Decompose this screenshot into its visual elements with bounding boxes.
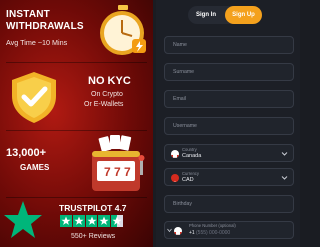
country-label: Country: [182, 147, 197, 152]
trustpilot-star-icon: [4, 201, 42, 238]
phone-code: +1: [189, 230, 195, 236]
slot-machine-icon: 7 7 7: [92, 135, 145, 191]
signup-form: Sign In Sign Up Name Surname Email Usern…: [156, 0, 300, 247]
promo-trustpilot-reviews: 550+ Reviews: [71, 233, 116, 240]
country-value: Canada: [182, 153, 202, 159]
svg-text:7: 7: [114, 165, 121, 179]
promo-kyc-title: NO KYC: [88, 75, 131, 87]
svg-text:7: 7: [124, 165, 131, 179]
phone-label: Phone Number (optional): [189, 223, 236, 228]
surname-placeholder: Surname: [173, 69, 195, 75]
currency-label: Currency: [182, 171, 199, 176]
canada-flag-icon: [171, 150, 179, 158]
trustpilot-star-box: [60, 215, 72, 227]
trustpilot-star-box: [98, 215, 111, 227]
svg-text:7: 7: [104, 165, 111, 179]
username-placeholder: Username: [173, 123, 197, 129]
name-field[interactable]: Name: [164, 36, 294, 54]
trustpilot-star-box: [72, 215, 85, 227]
birthday-field[interactable]: Birthday: [164, 195, 294, 213]
promo-withdrawals-subtitle: Avg Time ~10 Mins: [6, 38, 68, 47]
promo-games-title-line2: GAMES: [20, 163, 50, 172]
promo-kyc-line1: On Crypto: [91, 91, 123, 98]
promo-divider: [6, 130, 147, 131]
birthday-placeholder: Birthday: [173, 201, 193, 207]
canada-flag-icon: [174, 227, 182, 235]
currency-value: CAD: [182, 177, 194, 183]
promo-divider: [6, 62, 147, 63]
country-select[interactable]: Country Canada: [164, 144, 294, 162]
promo-trustpilot-title: TRUSTPILOT 4.7: [59, 203, 127, 213]
phone-field[interactable]: Phone Number (optional) +1 (555) 000-000…: [164, 221, 294, 239]
chevron-down-icon: [167, 228, 172, 233]
chevron-down-icon: [281, 152, 288, 156]
currency-select[interactable]: Currency CAD: [164, 168, 294, 186]
promo-withdrawals-title-line2: WITHDRAWALS: [6, 21, 84, 32]
auth-tabs: Sign In Sign Up: [188, 6, 262, 24]
sign-in-tab[interactable]: Sign In: [188, 6, 224, 24]
promo-kyc-line2: Or E-Wallets: [84, 101, 124, 108]
currency-flag-icon: [171, 174, 179, 182]
promo-games-title-line1: 13,000+: [6, 147, 47, 159]
trustpilot-rating: [60, 215, 123, 227]
chevron-down-icon: [281, 176, 288, 180]
promo-divider: [6, 197, 147, 198]
sign-up-tab[interactable]: Sign Up: [225, 6, 262, 24]
stopwatch-icon: [100, 5, 146, 55]
name-placeholder: Name: [173, 42, 187, 48]
username-field[interactable]: Username: [164, 117, 294, 135]
email-placeholder: Email: [173, 96, 186, 102]
trustpilot-star-box: [111, 215, 123, 227]
phone-placeholder: (555) 000-0000: [196, 230, 231, 236]
surname-field[interactable]: Surname: [164, 63, 294, 81]
email-field[interactable]: Email: [164, 90, 294, 108]
shield-check-icon: [12, 72, 56, 123]
trustpilot-star-box: [85, 215, 98, 227]
promo-withdrawals-title-line1: INSTANT: [6, 9, 50, 20]
promo-panel: INSTANT WITHDRAWALS Avg Time ~10 Mins NO…: [0, 0, 153, 247]
